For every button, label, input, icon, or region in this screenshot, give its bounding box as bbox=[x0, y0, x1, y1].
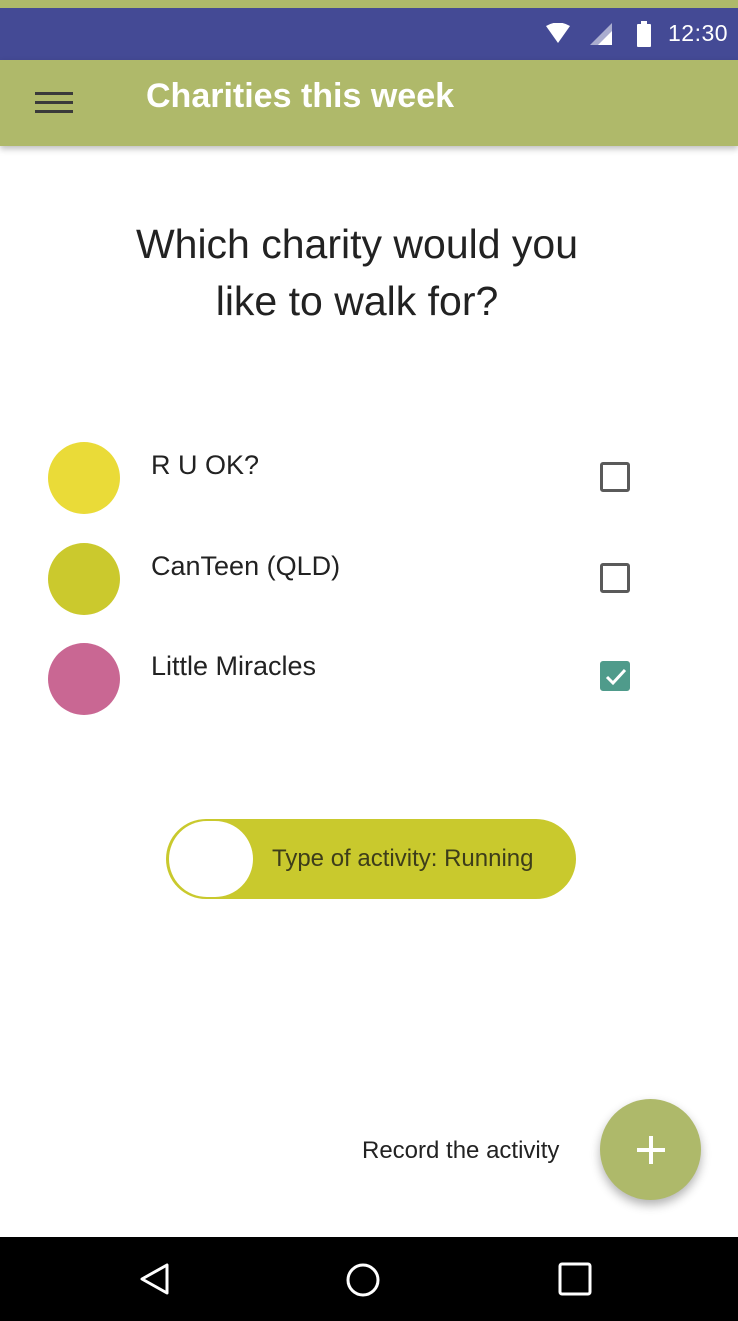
charity-checkbox-little-miracles[interactable] bbox=[600, 661, 630, 691]
cell-signal-icon bbox=[590, 23, 612, 50]
hamburger-menu-icon-line bbox=[35, 110, 73, 113]
activity-type-label: Type of activity: Running bbox=[272, 845, 534, 872]
question-heading: Which charity would you like to walk for… bbox=[69, 216, 645, 330]
page-title: Charities this week bbox=[146, 77, 455, 115]
charity-name: R U OK? bbox=[151, 450, 260, 480]
question-line-1: Which charity would you bbox=[135, 221, 579, 267]
charity-color-dot bbox=[48, 442, 120, 514]
navigation-bar bbox=[0, 1237, 738, 1321]
app-bar: Charities this week bbox=[0, 60, 738, 146]
home-circle-icon[interactable] bbox=[345, 1262, 381, 1303]
record-activity-label: Record the activity bbox=[362, 1137, 560, 1164]
recents-square-icon[interactable] bbox=[558, 1262, 592, 1301]
battery-icon bbox=[636, 21, 652, 52]
status-bar: 12:30 bbox=[0, 8, 738, 60]
activity-type-toggle[interactable]: Type of activity: Running bbox=[166, 819, 576, 899]
hamburger-menu-icon bbox=[35, 92, 73, 95]
top-accent-strip bbox=[0, 0, 738, 8]
charity-color-dot bbox=[48, 643, 120, 715]
charity-checkbox-ruok[interactable] bbox=[600, 462, 630, 492]
charity-checkbox-canteen[interactable] bbox=[600, 563, 630, 593]
question-line-2: like to walk for? bbox=[215, 278, 499, 324]
charity-row-little-miracles[interactable]: Little Miracles bbox=[0, 643, 738, 723]
plus-icon bbox=[637, 1136, 665, 1164]
hamburger-menu-icon-line bbox=[35, 101, 73, 104]
wifi-icon bbox=[546, 22, 570, 48]
charity-color-dot bbox=[48, 543, 120, 615]
record-activity-button[interactable] bbox=[600, 1099, 701, 1200]
charity-row-ruok[interactable]: R U OK? bbox=[0, 442, 738, 522]
charity-row-canteen[interactable]: CanTeen (QLD) bbox=[0, 543, 738, 623]
charity-name: CanTeen (QLD) bbox=[151, 551, 341, 581]
toggle-knob[interactable] bbox=[169, 821, 253, 897]
back-triangle-icon[interactable] bbox=[138, 1262, 170, 1301]
menu-button[interactable] bbox=[30, 82, 78, 124]
status-time: 12:30 bbox=[668, 20, 729, 46]
check-icon bbox=[605, 668, 627, 686]
charity-name: Little Miracles bbox=[151, 651, 317, 681]
